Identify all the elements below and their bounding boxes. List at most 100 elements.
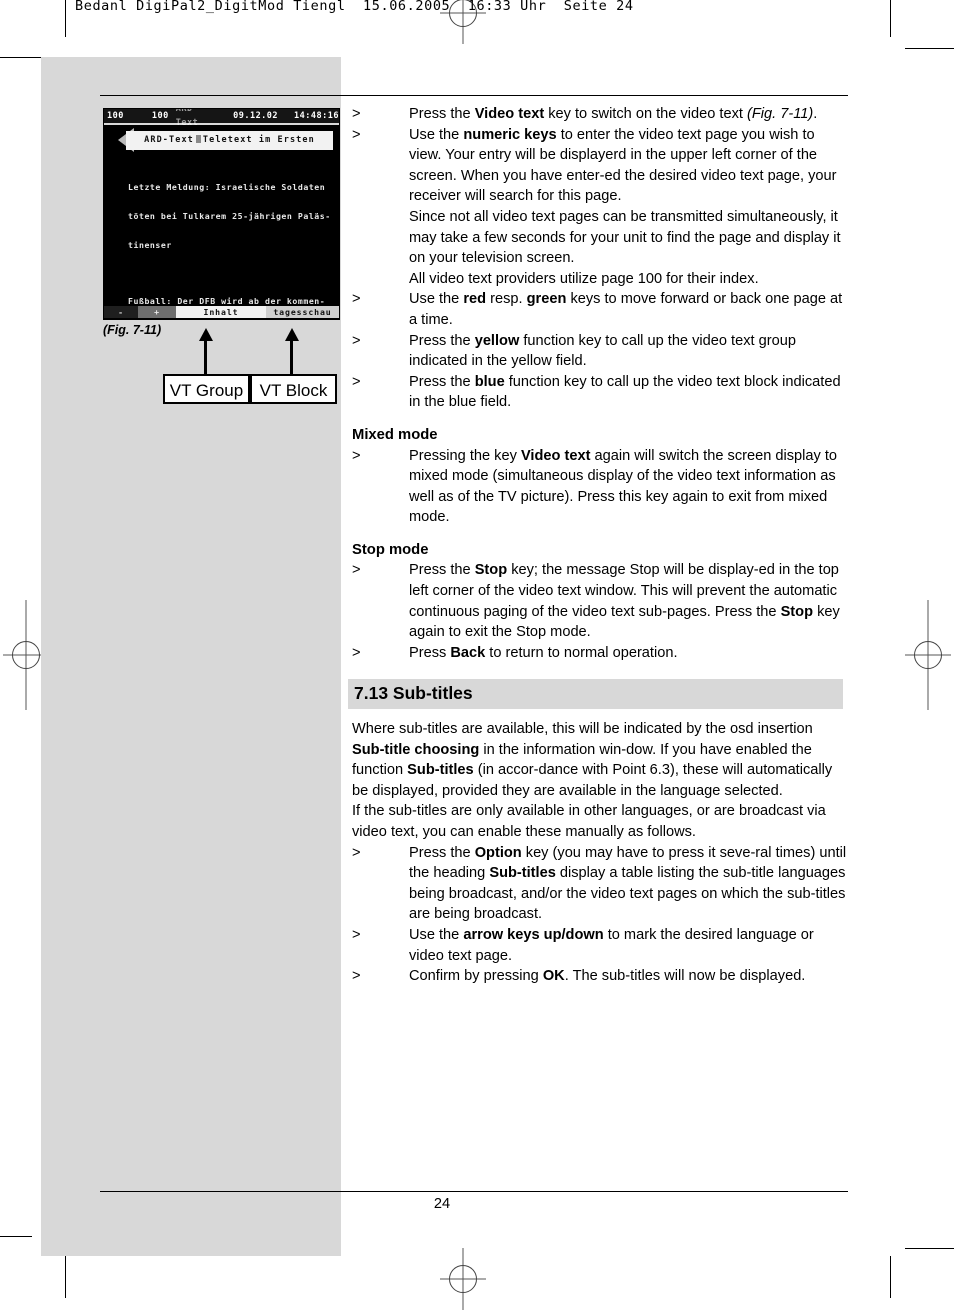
instruction-bullet: > Pressing the key Video text again will … (352, 446, 849, 528)
teletext-footer-plus: + (138, 306, 176, 318)
main-text-column: > Press the Video text key to switch on t… (348, 104, 849, 987)
teletext-current-page: 100 (151, 111, 169, 121)
teletext-header-row: 100 100 ARD-Text 09.12.02 14:48:16 (104, 109, 339, 128)
crop-mark-top-right-horizontal (905, 48, 954, 49)
teletext-banner-separator-icon (195, 135, 201, 143)
emphasis-bold: Stop (780, 603, 814, 620)
figure-caption: (Fig. 7-11) (103, 323, 162, 337)
emphasis-bold: Option (474, 844, 522, 861)
instruction-bullet: > Press the Video text key to switch on t… (352, 104, 849, 125)
bullet-marker: > (352, 291, 361, 308)
section-heading-sub-titles: 7.13 Sub-titles (348, 679, 843, 710)
registration-mark-circle (449, 1265, 477, 1293)
callout-arrow-block-head-icon (285, 328, 299, 341)
text-run: Pressing the key (409, 447, 521, 464)
header-rule (100, 95, 848, 96)
bullet-text: Pressing the key Video text again will s… (409, 446, 849, 528)
bullet-marker: > (352, 968, 361, 985)
emphasis-bold: Stop (474, 562, 508, 579)
teletext-footer-minus: - (104, 306, 138, 318)
teletext-date: 09.12.02 (233, 111, 279, 121)
text-run: . The sub-titles will now be displayed. (564, 968, 806, 985)
bullet-text: Use the arrow keys up/down to mark the d… (409, 925, 849, 966)
teletext-news-line-3: tinenser (128, 239, 172, 250)
body-paragraph: If the sub-titles are only available in … (352, 801, 849, 842)
bullet-text: Use the red resp. green keys to move for… (409, 289, 849, 330)
emphasis-italic: (Fig. 7-11) (746, 106, 814, 122)
teletext-news-block: Letzte Meldung: Israelische Soldaten töt… (104, 164, 339, 270)
emphasis-bold: Sub-titles (407, 762, 474, 779)
bullet-marker: > (352, 447, 361, 464)
text-run: If the sub-titles are only available in … (352, 803, 826, 840)
teletext-screenshot-figure: 100 100 ARD-Text 09.12.02 14:48:16 ARD-T… (103, 108, 340, 320)
body-paragraph: Since not all video text pages can be tr… (409, 208, 841, 267)
registration-mark-circle (914, 641, 942, 669)
body-paragraph: All video text providers utilize page 10… (409, 270, 759, 287)
teletext-banner-right: Teletext im Ersten (202, 135, 315, 145)
page-footer: 24 (0, 1196, 954, 1212)
footer-rule (100, 1191, 848, 1192)
bullet-marker: > (352, 926, 361, 943)
registration-mark-right (905, 600, 951, 710)
text-run: Press the (409, 562, 475, 579)
teletext-banner-area: ARD-Text Teletext im Ersten (104, 125, 339, 157)
bullet-marker: > (352, 332, 361, 349)
text-run: Press the (409, 373, 475, 390)
text-run: . (813, 106, 818, 122)
instruction-bullet: > Press the blue function key to call up … (352, 372, 849, 413)
bullet-text: Press the Video text key to switch on th… (409, 104, 849, 125)
registration-mark-circle (12, 641, 40, 669)
emphasis-bold: green (526, 291, 567, 308)
emphasis-bold: blue (474, 373, 505, 390)
emphasis-bold: Video text (520, 447, 591, 464)
bullet-text: Confirm by pressing OK. The sub-titles w… (409, 966, 849, 987)
bullet-text: Press Back to return to normal operation… (409, 643, 849, 664)
instruction-bullet: > Press the Stop key; the message Stop wi… (352, 560, 849, 642)
instruction-bullet: > Use the numeric keys to enter the video… (352, 125, 849, 207)
callout-arrow-group-head-icon (199, 328, 213, 341)
instruction-bullet: > Use the red resp. green keys to move fo… (352, 289, 849, 330)
text-run: Use the (409, 926, 464, 943)
text-run: Press the (409, 332, 475, 349)
crop-mark-bottom-left-vertical (65, 1256, 66, 1298)
bullet-text: Press the blue function key to call up t… (409, 372, 849, 413)
bullet-marker: > (352, 126, 361, 143)
teletext-footer-bar: - + Inhalt tagesschau (104, 305, 339, 319)
subheading-mixed-mode: Mixed mode (352, 426, 438, 443)
callout-vt-block: VT Block (250, 374, 337, 404)
emphasis-bold: Back (450, 644, 486, 661)
teletext-banner: ARD-Text Teletext im Ersten (126, 131, 333, 150)
teletext-news-line-2: töten bei Tulkarem 25-jährigen Paläs- (128, 210, 331, 221)
instruction-bullet: > Press the Option key (you may have to p… (352, 843, 849, 925)
crop-mark-bottom-left-horizontal (0, 1236, 32, 1237)
page-number: 24 (433, 1196, 451, 1212)
body-paragraph: Where sub-titles are available, this wil… (352, 719, 849, 801)
text-run: Press the (409, 844, 475, 861)
bullet-text: Press the yellow function key to call up… (409, 331, 849, 372)
callout-arrow-group-shaft (204, 340, 207, 376)
instruction-bullet: > Press Back to return to normal operatio… (352, 643, 849, 664)
text-run: Press the (409, 106, 475, 122)
teletext-banner-left: ARD-Text (144, 135, 194, 145)
bullet-text: Use the numeric keys to enter the video … (409, 125, 849, 207)
emphasis-bold: Sub-title choosing (352, 741, 480, 758)
crop-mark-top-left-horizontal (0, 57, 41, 58)
bullet-marker: > (352, 562, 361, 579)
crop-mark-bottom-right-vertical (890, 1256, 891, 1298)
print-imprint-header: Bedanl DigiPal2_DigitMod Tiengl 15.06.20… (75, 0, 634, 14)
subheading-stop-mode: Stop mode (352, 541, 429, 558)
emphasis-bold: numeric keys (463, 126, 557, 143)
crop-mark-top-right-vertical (890, 0, 891, 37)
callout-arrow-block-shaft (290, 340, 293, 376)
teletext-time: 14:48:16 (294, 111, 339, 121)
emphasis-bold: Sub-titles (489, 865, 556, 882)
crop-mark-bottom-right-horizontal (905, 1248, 954, 1249)
callout-vt-group: VT Group (163, 374, 250, 404)
text-run: key to switch on the video text (544, 106, 747, 122)
callout-boxes: VT Group VT Block (163, 374, 337, 404)
instruction-bullet: > Press the yellow function key to call u… (352, 331, 849, 372)
emphasis-bold: arrow keys up/down (463, 926, 604, 943)
teletext-entered-page: 100 (107, 111, 124, 121)
bullet-marker: > (352, 106, 361, 122)
text-run: Use the (409, 126, 464, 143)
